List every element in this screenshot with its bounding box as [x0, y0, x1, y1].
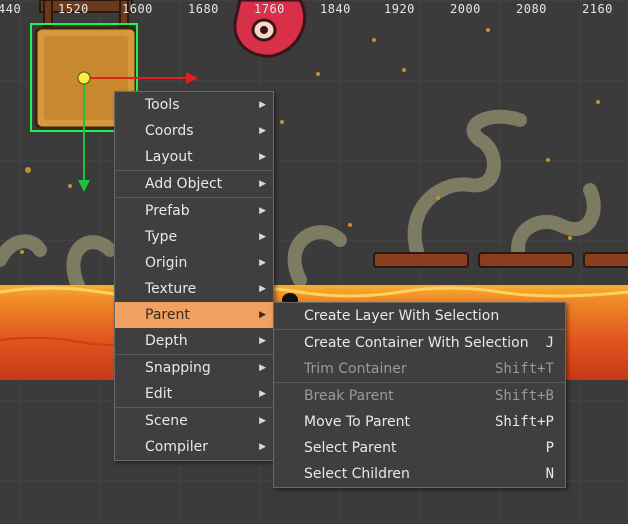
submenu-arrow-icon: ▶	[259, 258, 266, 268]
submenu-arrow-icon: ▶	[259, 416, 266, 426]
submenu-arrow-icon: ▶	[259, 442, 266, 452]
submenu-arrow-icon: ▶	[259, 206, 266, 216]
submenu-arrow-icon: ▶	[259, 126, 266, 136]
ruler-label: 1680	[188, 2, 219, 16]
menu-item-label: Type	[145, 229, 178, 245]
submenu-item-label: Select Parent	[304, 440, 397, 456]
menu-item-tools[interactable]: Tools ▶	[115, 92, 273, 118]
menu-item-depth[interactable]: Depth ▶	[115, 328, 273, 354]
ruler-label: 1520	[58, 2, 89, 16]
menu-item-parent[interactable]: Parent ▶	[115, 302, 273, 328]
menu-item-coords[interactable]: Coords ▶	[115, 118, 273, 144]
ruler-label: 2000	[450, 2, 481, 16]
menu-item-texture[interactable]: Texture ▶	[115, 276, 273, 302]
menu-item-label: Origin	[145, 255, 188, 271]
ruler-label: 1760	[254, 2, 285, 16]
menu-item-type[interactable]: Type ▶	[115, 224, 273, 250]
menu-item-scene[interactable]: Scene ▶	[115, 407, 273, 434]
ruler-label: 1600	[122, 2, 153, 16]
menu-item-label: Depth	[145, 333, 188, 349]
submenu-item-select-children[interactable]: Select Children N	[274, 461, 565, 487]
menu-item-label: Add Object	[145, 176, 223, 192]
menu-item-origin[interactable]: Origin ▶	[115, 250, 273, 276]
shortcut-label: N	[545, 466, 554, 482]
menu-item-layout[interactable]: Layout ▶	[115, 144, 273, 170]
submenu-item-move-to-parent[interactable]: Move To Parent Shift+P	[274, 409, 565, 435]
brick-platform[interactable]	[373, 252, 628, 268]
menu-item-label: Compiler	[145, 439, 209, 455]
ruler-label: 2080	[516, 2, 547, 16]
submenu-item-create-layer[interactable]: Create Layer With Selection	[274, 303, 565, 329]
submenu-arrow-icon: ▶	[259, 152, 266, 162]
shortcut-label: P	[545, 440, 554, 456]
shortcut-label: Shift+P	[494, 414, 554, 430]
menu-item-label: Parent	[145, 307, 190, 323]
menu-item-label: Coords	[145, 123, 194, 139]
submenu-arrow-icon: ▶	[259, 232, 266, 242]
context-menu: Tools ▶ Coords ▶ Layout ▶ Add Object ▶ Prefa…	[114, 91, 274, 461]
submenu-item-select-parent[interactable]: Select Parent P	[274, 435, 565, 461]
submenu-item-create-container[interactable]: Create Container With Selection J	[274, 329, 565, 356]
menu-item-prefab[interactable]: Prefab ▶	[115, 197, 273, 224]
submenu-arrow-icon: ▶	[259, 389, 266, 399]
ruler-label: 2160	[582, 2, 613, 16]
submenu-arrow-icon: ▶	[259, 100, 266, 110]
submenu-item-trim-container: Trim Container Shift+T	[274, 356, 565, 382]
submenu-item-label: Create Container With Selection	[304, 335, 529, 351]
ruler-label: 1920	[384, 2, 415, 16]
submenu-item-label: Create Layer With Selection	[304, 308, 500, 324]
menu-item-edit[interactable]: Edit ▶	[115, 381, 273, 407]
menu-item-compiler[interactable]: Compiler ▶	[115, 434, 273, 460]
menu-item-add-object[interactable]: Add Object ▶	[115, 170, 273, 197]
menu-item-snapping[interactable]: Snapping ▶	[115, 354, 273, 381]
menu-item-label: Texture	[145, 281, 197, 297]
submenu-arrow-icon: ▶	[259, 336, 266, 346]
parent-submenu: Create Layer With Selection Create Conta…	[273, 302, 566, 488]
menu-item-label: Prefab	[145, 203, 190, 219]
ruler-label: 440	[0, 2, 22, 16]
shortcut-label: Shift+B	[494, 388, 554, 404]
shortcut-label: J	[545, 335, 554, 351]
menu-item-label: Edit	[145, 386, 173, 402]
shortcut-label: Shift+T	[494, 361, 554, 377]
menu-item-label: Layout	[145, 149, 193, 165]
submenu-item-label: Trim Container	[304, 361, 407, 377]
ruler-label: 1840	[320, 2, 351, 16]
submenu-item-label: Select Children	[304, 466, 410, 482]
submenu-item-break-parent: Break Parent Shift+B	[274, 382, 565, 409]
menu-item-label: Tools	[145, 97, 180, 113]
menu-item-label: Snapping	[145, 360, 211, 376]
submenu-item-label: Break Parent	[304, 388, 394, 404]
submenu-arrow-icon: ▶	[259, 179, 266, 189]
submenu-arrow-icon: ▶	[259, 284, 266, 294]
menu-item-label: Scene	[145, 413, 188, 429]
submenu-item-label: Move To Parent	[304, 414, 410, 430]
submenu-arrow-icon: ▶	[259, 363, 266, 373]
submenu-arrow-icon: ▶	[259, 310, 266, 320]
